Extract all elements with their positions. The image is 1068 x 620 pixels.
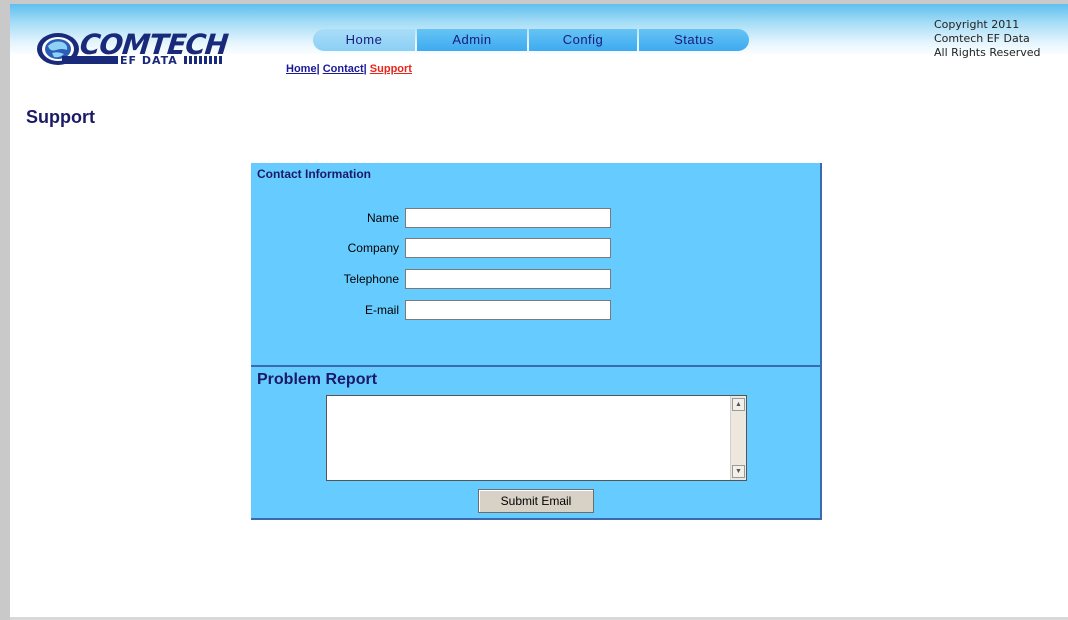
name-label: Name	[366, 211, 399, 225]
subnav-separator: |	[363, 63, 367, 75]
textarea-scrollbar[interactable]: ▲ ▼	[730, 396, 746, 480]
tab-home[interactable]: Home	[313, 29, 415, 51]
tab-admin[interactable]: Admin	[417, 29, 527, 51]
subnav-separator: |	[316, 63, 320, 75]
submit-email-button[interactable]: Submit Email	[478, 489, 594, 513]
copyright-line: All Rights Reserved	[934, 46, 1041, 59]
logo-subtitle: EF DATA	[120, 54, 178, 67]
email-label: E-mail	[364, 303, 399, 317]
sub-nav: Home| Contact| Support	[286, 63, 412, 75]
copyright-line: Copyright 2011	[934, 18, 1020, 31]
problem-report-box: ▲ ▼	[326, 395, 747, 481]
email-field[interactable]	[405, 300, 611, 320]
copyright-line: Comtech EF Data	[934, 32, 1030, 45]
support-form: Contact Information Name Company Telepho…	[251, 163, 822, 520]
copyright-notice: Copyright 2011 Comtech EF Data All Right…	[934, 18, 1041, 60]
browser-page: COMTECH EF DATA Home Admin Config Status…	[0, 0, 1068, 620]
comtech-logo[interactable]: COMTECH EF DATA	[22, 28, 232, 72]
contact-information-section: Contact Information Name Company Telepho…	[251, 163, 820, 367]
scroll-up-icon[interactable]: ▲	[732, 398, 745, 411]
tab-config[interactable]: Config	[529, 29, 637, 51]
name-field[interactable]	[405, 208, 611, 228]
subnav-support-link[interactable]: Support	[370, 63, 412, 75]
subnav-contact-link[interactable]: Contact	[323, 63, 364, 75]
subnav-home-link[interactable]: Home	[286, 63, 317, 75]
telephone-label: Telephone	[343, 272, 399, 286]
page-title: Support	[26, 107, 95, 127]
logo-stripes	[184, 56, 224, 64]
contact-section-title: Contact Information	[257, 167, 371, 181]
problem-report-textarea[interactable]	[327, 396, 731, 480]
tab-status[interactable]: Status	[639, 29, 749, 51]
company-label: Company	[347, 241, 399, 255]
scroll-down-icon[interactable]: ▼	[732, 465, 745, 478]
problem-report-title: Problem Report	[257, 371, 378, 388]
company-field[interactable]	[405, 238, 611, 258]
left-border	[0, 0, 10, 620]
telephone-field[interactable]	[405, 269, 611, 289]
logo-bar	[62, 56, 118, 64]
main-nav: Home Admin Config Status	[313, 29, 749, 51]
